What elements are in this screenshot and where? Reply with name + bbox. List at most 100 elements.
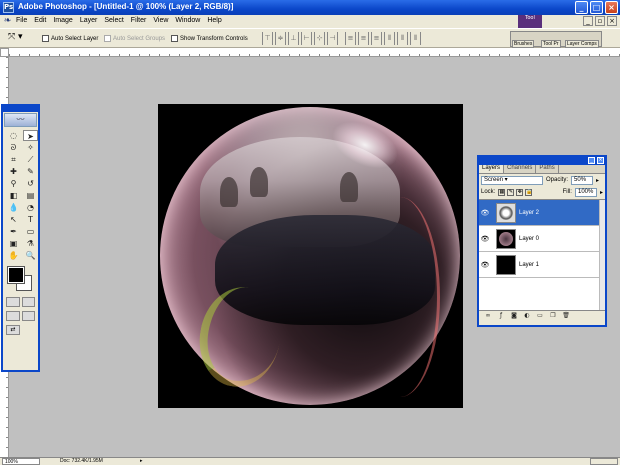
auto-select-layer-checkbox[interactable] xyxy=(42,35,49,42)
minimize-button[interactable]: _ xyxy=(575,1,588,14)
align-vcenter-icon[interactable]: ≑ xyxy=(275,32,286,45)
standard-mode-icon[interactable] xyxy=(6,297,20,307)
visibility-eye-icon[interactable]: 👁 xyxy=(479,235,491,243)
lock-all-icon[interactable]: 🔒 xyxy=(525,188,533,196)
tab-channels[interactable]: Channels xyxy=(504,165,537,173)
show-transform-controls-option[interactable]: Show Transform Controls xyxy=(171,35,248,42)
menu-filter[interactable]: Filter xyxy=(131,17,147,24)
link-layers-icon[interactable]: ∞ xyxy=(483,312,493,321)
toolbox-title-bar[interactable] xyxy=(3,106,38,112)
align-top-icon[interactable]: ⊤ xyxy=(262,32,273,45)
screen-mode-standard-icon[interactable] xyxy=(6,311,20,321)
brush-tool-icon[interactable]: ✎ xyxy=(23,166,38,177)
distribute-left-icon[interactable]: ⦀ xyxy=(384,32,395,45)
marquee-tool-icon[interactable]: ◌ xyxy=(6,130,21,141)
healing-brush-tool-icon[interactable]: ✚ xyxy=(6,166,21,177)
ruler-origin[interactable] xyxy=(0,48,9,57)
maximize-button[interactable]: □ xyxy=(590,1,603,14)
align-bottom-icon[interactable]: ⊥ xyxy=(288,32,299,45)
layers-panel-title-bar[interactable]: _ × xyxy=(479,157,605,165)
panel-minimize-button[interactable]: _ xyxy=(588,157,595,164)
palette-well-tool-presets-tab[interactable]: Tool Pr xyxy=(541,40,561,48)
notes-tool-icon[interactable]: ▣ xyxy=(6,238,21,249)
doc-minimize-button[interactable]: _ xyxy=(583,16,593,26)
new-group-icon[interactable]: ▭ xyxy=(535,312,545,321)
tab-layers[interactable]: Layers xyxy=(479,165,505,173)
eyedropper-tool-icon[interactable]: ⚗ xyxy=(23,238,38,249)
fill-input[interactable]: 100% xyxy=(574,187,597,197)
layer-row[interactable]: 👁 Layer 2 xyxy=(479,200,605,226)
tab-paths[interactable]: Paths xyxy=(536,165,559,173)
palette-well-brushes-tab[interactable]: Brushes xyxy=(512,40,535,48)
doc-restore-button[interactable]: ▫ xyxy=(595,16,605,26)
horizontal-ruler[interactable] xyxy=(9,48,620,57)
slice-tool-icon[interactable]: ⟋ xyxy=(23,154,38,165)
blur-tool-icon[interactable]: 💧 xyxy=(6,202,21,213)
gradient-tool-icon[interactable]: ▤ xyxy=(23,190,38,201)
visibility-eye-icon[interactable]: 👁 xyxy=(479,209,491,217)
adobe-online-icon[interactable]: 〰 xyxy=(4,113,37,127)
move-tool-icon[interactable]: ➤ xyxy=(23,130,38,141)
path-selection-tool-icon[interactable]: ↖ xyxy=(6,214,21,225)
panel-close-button[interactable]: × xyxy=(597,157,604,164)
distribute-vcenter-icon[interactable]: ≡ xyxy=(358,32,369,45)
new-layer-icon[interactable]: ❐ xyxy=(548,312,558,321)
document-canvas[interactable] xyxy=(158,104,463,408)
menu-view[interactable]: View xyxy=(153,17,168,24)
foreground-color-swatch[interactable] xyxy=(7,266,25,284)
layer-list-scrollbar[interactable] xyxy=(599,200,605,310)
distribute-bottom-icon[interactable]: ≡ xyxy=(371,32,382,45)
opacity-slider-arrow-icon[interactable]: ▸ xyxy=(596,177,599,184)
eraser-tool-icon[interactable]: ◧ xyxy=(6,190,21,201)
adjustment-layer-icon[interactable]: ◐ xyxy=(522,312,532,321)
crop-tool-icon[interactable]: ⌗ xyxy=(6,154,21,165)
visibility-eye-icon[interactable]: 👁 xyxy=(479,261,491,269)
close-button[interactable]: × xyxy=(605,1,618,14)
menu-edit[interactable]: Edit xyxy=(34,17,46,24)
pen-tool-icon[interactable]: ✒ xyxy=(6,226,21,237)
zoom-level-field[interactable]: 100% xyxy=(2,458,40,465)
auto-select-layer-option[interactable]: Auto Select Layer xyxy=(42,35,98,42)
layer-row[interactable]: 👁 Layer 1 xyxy=(479,252,605,278)
menu-layer[interactable]: Layer xyxy=(80,17,98,24)
dodge-tool-icon[interactable]: ◔ xyxy=(23,202,38,213)
screen-mode-full-icon[interactable] xyxy=(21,311,35,321)
distribute-top-icon[interactable]: ≡ xyxy=(345,32,356,45)
distribute-right-icon[interactable]: ⦀ xyxy=(410,32,421,45)
quick-mask-mode-icon[interactable] xyxy=(21,297,35,307)
align-right-icon[interactable]: ⊣ xyxy=(327,32,338,45)
opacity-input[interactable]: 50% xyxy=(571,175,594,185)
status-menu-arrow-icon[interactable]: ▸ xyxy=(140,458,143,464)
lasso-tool-icon[interactable]: ᘐ xyxy=(6,142,21,153)
shape-tool-icon[interactable]: ▭ xyxy=(23,226,38,237)
document-icon[interactable]: ❧ xyxy=(2,16,13,27)
jump-to-imageready-icon[interactable]: ⇄ xyxy=(6,325,20,335)
layer-mask-icon[interactable]: ◙ xyxy=(509,312,519,321)
menu-select[interactable]: Select xyxy=(104,17,123,24)
lock-image-icon[interactable]: ✎ xyxy=(507,188,515,196)
delete-layer-icon[interactable]: 🗑 xyxy=(561,312,571,321)
blend-mode-select[interactable]: Screen ▾ xyxy=(481,175,543,185)
distribute-hcenter-icon[interactable]: ⦀ xyxy=(397,32,408,45)
hand-tool-icon[interactable]: ✋ xyxy=(6,250,21,261)
fill-slider-arrow-icon[interactable]: ▸ xyxy=(600,189,603,196)
clone-stamp-tool-icon[interactable]: ⚲ xyxy=(6,178,21,189)
show-transform-controls-checkbox[interactable] xyxy=(171,35,178,42)
align-left-icon[interactable]: ⊢ xyxy=(301,32,312,45)
menu-help[interactable]: Help xyxy=(207,17,221,24)
lock-transparency-icon[interactable]: ▦ xyxy=(498,188,506,196)
move-tool-preset-picker[interactable]: ⤧ ▾ xyxy=(8,32,34,45)
menu-image[interactable]: Image xyxy=(53,17,72,24)
layer-style-icon[interactable]: ƒ xyxy=(496,312,506,321)
zoom-tool-icon[interactable]: 🔍 xyxy=(23,250,38,261)
layer-row[interactable]: 👁 Layer 0 xyxy=(479,226,605,252)
doc-close-button[interactable]: × xyxy=(607,16,617,26)
palette-well-layer-comps-tab[interactable]: Layer Comps xyxy=(565,40,599,48)
adobe-online-logo[interactable]: Tool xyxy=(518,15,542,28)
align-hcenter-icon[interactable]: ⊹ xyxy=(314,32,325,45)
menu-file[interactable]: File xyxy=(16,17,27,24)
type-tool-icon[interactable]: T xyxy=(23,214,38,225)
lock-position-icon[interactable]: ✥ xyxy=(516,188,524,196)
menu-window[interactable]: Window xyxy=(175,17,200,24)
magic-wand-tool-icon[interactable]: ✧ xyxy=(23,142,38,153)
